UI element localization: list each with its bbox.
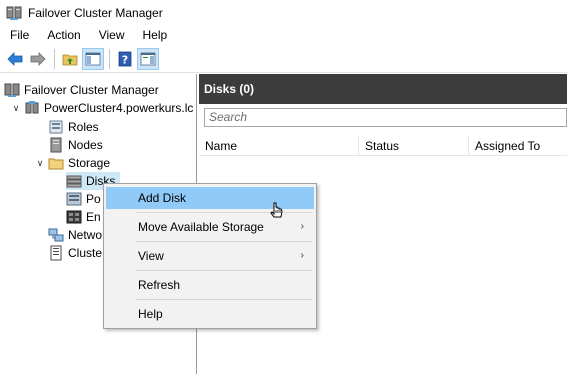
menu-item-help[interactable]: Help [106, 303, 314, 325]
tree-label-nodes: Nodes [68, 138, 103, 152]
toolbar-separator [54, 48, 55, 69]
menu-file[interactable]: File [0, 26, 38, 45]
menu-help[interactable]: Help [134, 26, 177, 45]
column-header-name[interactable]: Name [199, 136, 359, 155]
menu-separator [136, 241, 312, 242]
up-folder-icon[interactable] [59, 48, 81, 70]
menu-item-view[interactable]: View › [106, 245, 314, 267]
networks-icon [48, 227, 64, 243]
menu-action[interactable]: Action [38, 26, 89, 45]
enclosures-icon [66, 209, 82, 225]
failover-cluster-icon [4, 82, 20, 98]
column-headers: Name Status Assigned To [199, 136, 567, 156]
tree-item-root[interactable]: Failover Cluster Manager [4, 81, 159, 99]
tree-item-cluster-events[interactable]: Cluste [48, 244, 102, 262]
tree-label-storage: Storage [68, 156, 111, 170]
disks-icon [66, 173, 82, 189]
folder-icon [48, 155, 64, 171]
menu-bar: File Action View Help [0, 26, 567, 45]
forward-arrow-icon[interactable] [27, 48, 49, 70]
submenu-arrow-icon: › [300, 221, 304, 232]
toolbar: ? [0, 45, 567, 73]
search-input[interactable]: Search [204, 108, 567, 127]
window-title: Failover Cluster Manager [28, 6, 163, 20]
cluster-icon [24, 100, 40, 116]
tree-item-pools[interactable]: Po [66, 190, 101, 208]
menu-separator [136, 270, 312, 271]
tree-item-nodes[interactable]: Nodes [48, 136, 103, 154]
submenu-arrow-icon: › [300, 250, 304, 261]
pane-header: Disks (0) [199, 74, 567, 104]
toolbar-separator [109, 48, 110, 69]
show-hide-console-tree-icon[interactable] [82, 47, 104, 70]
back-arrow-icon[interactable] [4, 48, 26, 70]
show-hide-action-pane-icon[interactable] [137, 47, 159, 70]
chevron-down-icon[interactable]: ∨ [10, 99, 22, 117]
svg-text:?: ? [122, 53, 128, 66]
column-header-status[interactable]: Status [359, 136, 469, 155]
tree-label-root: Failover Cluster Manager [24, 83, 159, 97]
tree-item-roles[interactable]: Roles [48, 118, 99, 136]
help-icon[interactable]: ? [114, 48, 136, 70]
menu-item-label: Refresh [138, 278, 181, 292]
tree-label-enclosures: En [86, 210, 101, 224]
tree-item-enclosures[interactable]: En [66, 208, 101, 226]
menu-separator [136, 299, 312, 300]
tree-label-pools: Po [86, 192, 101, 206]
menu-view[interactable]: View [90, 26, 134, 45]
tree-item-cluster[interactable]: ∨ PowerCluster4.powerkurs.lc [10, 99, 193, 117]
tree-label-networks: Netwo [68, 228, 103, 242]
chevron-down-icon[interactable]: ∨ [34, 154, 46, 172]
roles-icon [48, 119, 64, 135]
menu-item-refresh[interactable]: Refresh [106, 274, 314, 296]
tree-label-cluster: PowerCluster4.powerkurs.lc [44, 101, 194, 115]
menu-item-label: Add Disk [138, 191, 187, 205]
tree-label-cluster-events: Cluste [68, 246, 103, 260]
menu-item-label: Move Available Storage [138, 220, 264, 234]
tree-item-networks[interactable]: Netwo [48, 226, 102, 244]
menu-item-label: Help [138, 307, 163, 321]
nodes-icon [48, 137, 64, 153]
column-header-assigned-to[interactable]: Assigned To [469, 136, 567, 155]
tree-item-storage[interactable]: ∨ Storage [34, 154, 110, 172]
mouse-pointer-icon [270, 202, 283, 218]
pools-icon [66, 191, 82, 207]
tree-label-roles: Roles [68, 120, 99, 134]
menu-item-label: View [138, 249, 164, 263]
context-menu: Add Disk Move Available Storage › View ›… [103, 183, 317, 329]
cluster-events-icon [48, 245, 64, 261]
menu-separator [136, 212, 312, 213]
failover-cluster-app-icon [6, 5, 22, 21]
title-bar: Failover Cluster Manager [0, 0, 567, 26]
